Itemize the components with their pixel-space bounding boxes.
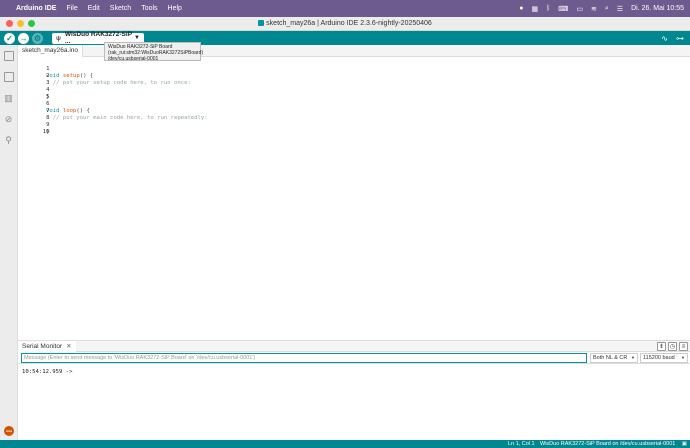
code-text: void loop() { bbox=[46, 108, 90, 114]
window-title-text: sketch_may26a | Arduino IDE 2.3.6-nightl… bbox=[266, 20, 432, 27]
line-number: 8 bbox=[46, 115, 50, 121]
record-icon[interactable]: ● bbox=[519, 5, 523, 12]
serial-monitor-icon[interactable]: ⊶ bbox=[676, 34, 684, 43]
serial-monitor-header: Serial Monitor ✕ ⇟ ◷ ≡ bbox=[18, 340, 690, 352]
chevron-down-icon: ▼ bbox=[631, 355, 635, 360]
code-text: // put your main code here, to run repea… bbox=[46, 115, 208, 121]
tab-sketch-file[interactable]: sketch_may26a.ino bbox=[18, 45, 84, 57]
serial-monitor-actions: ⇟ ◷ ≡ bbox=[657, 342, 688, 351]
menubar-status-area: ● ▦ ᛒ ⌨ ▭ ≋ ⌕ ☰ Di. 26. Mai 10:55 bbox=[519, 5, 684, 13]
control-center-icon[interactable]: ☰ bbox=[617, 5, 623, 13]
tooltip-line: /dev/cu.usbserial-0001 bbox=[108, 56, 159, 62]
baud-rate-select[interactable]: 115200 baud ▼ bbox=[640, 353, 688, 363]
user-avatar[interactable]: ●●● bbox=[4, 426, 14, 436]
menubar-datetime[interactable]: Di. 26. Mai 10:55 bbox=[631, 5, 684, 12]
battery-icon[interactable]: ▭ bbox=[576, 5, 583, 13]
tab-serial-monitor[interactable]: Serial Monitor ✕ bbox=[18, 341, 76, 352]
code-line: 8 bbox=[18, 108, 49, 121]
code-line: 2 // put your setup code here, to run on… bbox=[18, 66, 191, 86]
status-bar: Ln 1, Col 1 WisDuo RAK3272-SiP Board on … bbox=[0, 440, 690, 448]
baud-rate-value: 115200 baud bbox=[643, 355, 675, 361]
verify-button[interactable]: ✓ bbox=[4, 32, 15, 44]
menu-sketch[interactable]: Sketch bbox=[110, 5, 131, 12]
line-number: 5 bbox=[46, 94, 50, 100]
menu-app-name[interactable]: Arduino IDE bbox=[16, 5, 56, 12]
spotlight-search-icon[interactable]: ⌕ bbox=[605, 5, 609, 13]
line-ending-select[interactable]: Both NL & CR ▼ bbox=[590, 353, 638, 363]
arduino-file-icon bbox=[258, 20, 265, 26]
serial-plotter-icon[interactable]: ∿ bbox=[661, 34, 668, 43]
line-number: 10 bbox=[42, 129, 50, 135]
code-line: 4 } bbox=[18, 80, 49, 100]
line-number: 1 bbox=[46, 66, 50, 72]
debug-button[interactable]: ⚙ bbox=[32, 32, 43, 44]
code-editor[interactable]: 1 void setup() { 2 // put your setup cod… bbox=[18, 57, 690, 340]
bluetooth-icon[interactable]: ᛒ bbox=[546, 5, 550, 12]
keyboard-icon[interactable]: ⌨ bbox=[558, 5, 568, 13]
line-ending-value: Both NL & CR bbox=[593, 355, 628, 361]
menu-help[interactable]: Help bbox=[168, 5, 182, 12]
timestamp-toggle-icon[interactable]: ◷ bbox=[668, 342, 677, 351]
code-line: 7 // put your main code here, to run rep… bbox=[18, 101, 208, 121]
line-number: 7 bbox=[46, 108, 50, 114]
status-board[interactable]: WisDuo RAK3272-SiP Board on /dev/cu.usbs… bbox=[540, 440, 675, 448]
menu-tools[interactable]: Tools bbox=[141, 5, 157, 12]
activity-sidebar: ▥ ⊘ ⚲ ●●● bbox=[0, 45, 18, 440]
window-titlebar: sketch_may26a | Arduino IDE 2.3.6-nightl… bbox=[0, 17, 690, 31]
serial-monitor-tab-label: Serial Monitor bbox=[22, 343, 63, 350]
usb-icon: ψ bbox=[56, 34, 61, 42]
window-title: sketch_may26a | Arduino IDE 2.3.6-nightl… bbox=[0, 20, 690, 27]
code-line: 3 bbox=[18, 73, 49, 86]
chevron-down-icon: ▼ bbox=[681, 355, 685, 360]
boards-manager-icon[interactable] bbox=[3, 72, 14, 82]
sketchbook-folder-icon[interactable] bbox=[3, 51, 14, 61]
line-number: 3 bbox=[46, 80, 50, 86]
serial-output: 10:54:12.959 -> bbox=[22, 369, 73, 375]
board-tooltip: WisDuo RAK3272-SiP Board (rak_rui:stm32:… bbox=[104, 42, 203, 62]
close-icon[interactable]: ✕ bbox=[66, 343, 71, 350]
autoscroll-toggle-icon[interactable]: ⇟ bbox=[657, 342, 666, 351]
clear-output-icon[interactable]: ≡ bbox=[679, 342, 688, 351]
grid-icon[interactable]: ▦ bbox=[531, 5, 538, 13]
line-number: 4 bbox=[46, 87, 50, 93]
upload-button[interactable]: → bbox=[18, 32, 29, 44]
macos-menubar: Arduino IDE File Edit Sketch Tools Help … bbox=[0, 0, 690, 17]
serial-message-input[interactable]: Message (Enter to send message to 'WisDu… bbox=[21, 353, 587, 363]
code-text: void setup() { bbox=[46, 73, 94, 79]
line-number: 2 bbox=[46, 73, 50, 79]
line-number: 6 bbox=[46, 101, 50, 107]
notifications-icon[interactable]: ▣ bbox=[682, 440, 687, 448]
menu-edit[interactable]: Edit bbox=[88, 5, 100, 12]
code-text: // put your setup code here, to run once… bbox=[46, 80, 191, 86]
search-icon[interactable]: ⚲ bbox=[4, 135, 14, 145]
serial-input-row: Message (Enter to send message to 'WisDu… bbox=[18, 352, 690, 364]
code-line: 10 bbox=[18, 122, 50, 135]
toolbar-right: ∿ ⊶ bbox=[661, 34, 690, 43]
menu-file[interactable]: File bbox=[66, 5, 77, 12]
code-line: 5 bbox=[18, 87, 49, 100]
code-line: 9 } bbox=[18, 115, 49, 135]
library-manager-icon[interactable]: ▥ bbox=[4, 93, 14, 103]
code-line: 6 void loop() { bbox=[18, 94, 90, 114]
code-line: 1 void setup() { bbox=[18, 59, 93, 79]
line-number: 9 bbox=[46, 122, 50, 128]
wifi-icon[interactable]: ≋ bbox=[591, 5, 597, 13]
cursor-position[interactable]: Ln 1, Col 1 bbox=[508, 440, 535, 448]
debug-icon[interactable]: ⊘ bbox=[4, 114, 14, 124]
chevron-down-icon: ▼ bbox=[134, 35, 140, 41]
